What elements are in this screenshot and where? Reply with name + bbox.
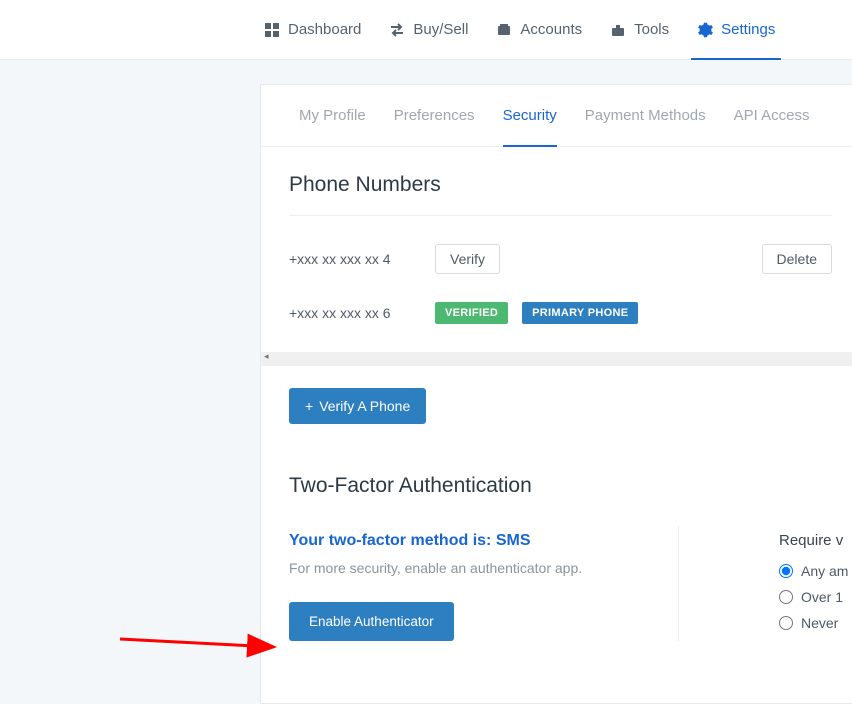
phone-list: +xxx xx xxx xx 4 Verify Delete +xxx xx x… xyxy=(289,215,832,338)
tab-label: API Access xyxy=(734,107,810,124)
nav-label: Dashboard xyxy=(288,21,361,38)
verified-badge: VERIFIED xyxy=(435,302,508,324)
nav-label: Accounts xyxy=(520,21,582,38)
dashboard-icon xyxy=(264,22,280,38)
nav-settings[interactable]: Settings xyxy=(683,0,789,60)
enable-authenticator-button[interactable]: Enable Authenticator xyxy=(289,602,454,641)
settings-panel: My Profile Preferences Security Payment … xyxy=(260,84,852,704)
phone-number: +xxx xx xxx xx 6 xyxy=(289,305,421,321)
two-factor-method-panel: Your two-factor method is: SMS For more … xyxy=(289,526,679,641)
top-navigation: Dashboard Buy/Sell Accounts Tools Settin… xyxy=(0,0,852,60)
horizontal-scrollbar[interactable] xyxy=(261,352,852,366)
primary-phone-badge: PRIMARY PHONE xyxy=(522,302,638,324)
tab-label: Preferences xyxy=(394,107,475,124)
tab-preferences[interactable]: Preferences xyxy=(394,85,475,147)
phone-row: +xxx xx xxx xx 6 VERIFIED PRIMARY PHONE xyxy=(289,288,832,338)
radio-never[interactable]: Never xyxy=(779,615,848,631)
section-title: Two-Factor Authentication xyxy=(289,474,832,498)
phone-numbers-section: Phone Numbers +xxx xx xxx xx 4 Verify De… xyxy=(261,147,852,424)
tab-security[interactable]: Security xyxy=(503,85,557,147)
section-title: Phone Numbers xyxy=(289,173,832,197)
delete-button[interactable]: Delete xyxy=(762,244,832,274)
button-label: Verify A Phone xyxy=(319,398,410,414)
settings-subtabs: My Profile Preferences Security Payment … xyxy=(261,85,852,147)
transfer-icon xyxy=(389,22,405,38)
plus-icon: + xyxy=(305,398,313,414)
two-factor-content: Your two-factor method is: SMS For more … xyxy=(289,526,832,641)
nav-dashboard[interactable]: Dashboard xyxy=(250,0,375,60)
nav-label: Buy/Sell xyxy=(413,21,468,38)
radio-label: Never xyxy=(801,615,838,631)
verify-a-phone-button[interactable]: + Verify A Phone xyxy=(289,388,426,424)
require-verification-panel: Require v Any am Over 1 Never xyxy=(679,526,848,641)
require-verification-title: Require v xyxy=(779,532,848,549)
tab-payment-methods[interactable]: Payment Methods xyxy=(585,85,706,147)
tab-label: My Profile xyxy=(299,107,366,124)
nav-buy-sell[interactable]: Buy/Sell xyxy=(375,0,482,60)
phone-row: +xxx xx xxx xx 4 Verify Delete xyxy=(289,230,832,288)
nav-tools[interactable]: Tools xyxy=(596,0,683,60)
tab-label: Security xyxy=(503,107,557,124)
radio-input[interactable] xyxy=(779,590,793,604)
radio-label: Over 1 xyxy=(801,589,843,605)
two-factor-method-title: Your two-factor method is: SMS xyxy=(289,532,658,550)
tab-my-profile[interactable]: My Profile xyxy=(299,85,366,147)
two-factor-description: For more security, enable an authenticat… xyxy=(289,560,658,576)
gear-icon xyxy=(697,22,713,38)
radio-input[interactable] xyxy=(779,616,793,630)
tools-icon xyxy=(610,22,626,38)
radio-any-amount[interactable]: Any am xyxy=(779,563,848,579)
radio-label: Any am xyxy=(801,563,848,579)
nav-label: Tools xyxy=(634,21,669,38)
nav-accounts[interactable]: Accounts xyxy=(482,0,596,60)
wallet-icon xyxy=(496,22,512,38)
two-factor-section: Two-Factor Authentication Your two-facto… xyxy=(261,448,852,641)
tab-label: Payment Methods xyxy=(585,107,706,124)
radio-over[interactable]: Over 1 xyxy=(779,589,848,605)
tab-api-access[interactable]: API Access xyxy=(734,85,810,147)
radio-input[interactable] xyxy=(779,564,793,578)
phone-number: +xxx xx xxx xx 4 xyxy=(289,251,421,267)
nav-label: Settings xyxy=(721,21,775,38)
verify-button[interactable]: Verify xyxy=(435,244,500,274)
